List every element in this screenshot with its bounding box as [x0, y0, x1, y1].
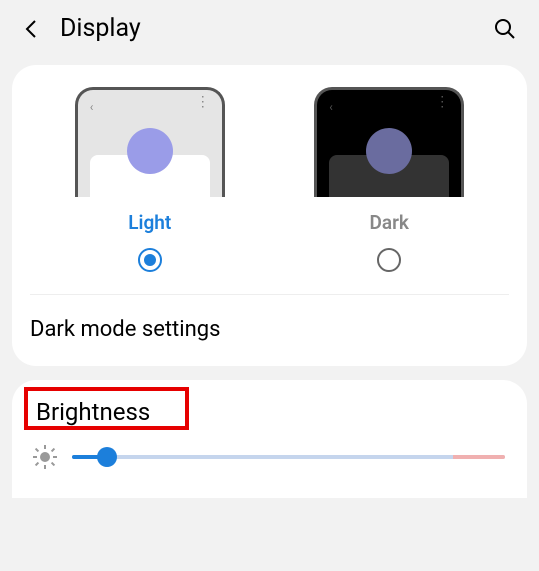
search-icon[interactable] — [493, 17, 517, 41]
brightness-card: Brightness — [12, 380, 527, 498]
slider-thumb[interactable] — [97, 447, 117, 467]
theme-option-dark[interactable]: ‹ ⋮ Dark — [290, 87, 490, 272]
back-icon[interactable] — [22, 20, 40, 38]
theme-light-label: Light — [128, 211, 171, 234]
radio-dark[interactable] — [377, 248, 401, 272]
brightness-title: Brightness — [36, 398, 509, 426]
divider — [30, 294, 509, 295]
sun-icon — [34, 446, 56, 468]
light-preview: ‹ ⋮ — [75, 87, 225, 197]
theme-dark-label: Dark — [370, 211, 409, 234]
dark-preview: ‹ ⋮ — [314, 87, 464, 197]
radio-light[interactable] — [138, 248, 162, 272]
brightness-slider[interactable] — [72, 447, 505, 467]
dark-mode-settings-row[interactable]: Dark mode settings — [30, 313, 509, 344]
theme-card: ‹ ⋮ Light ‹ ⋮ Dark Dark mode settings — [12, 65, 527, 366]
theme-option-light[interactable]: ‹ ⋮ Light — [50, 87, 250, 272]
page-title: Display — [60, 14, 493, 43]
